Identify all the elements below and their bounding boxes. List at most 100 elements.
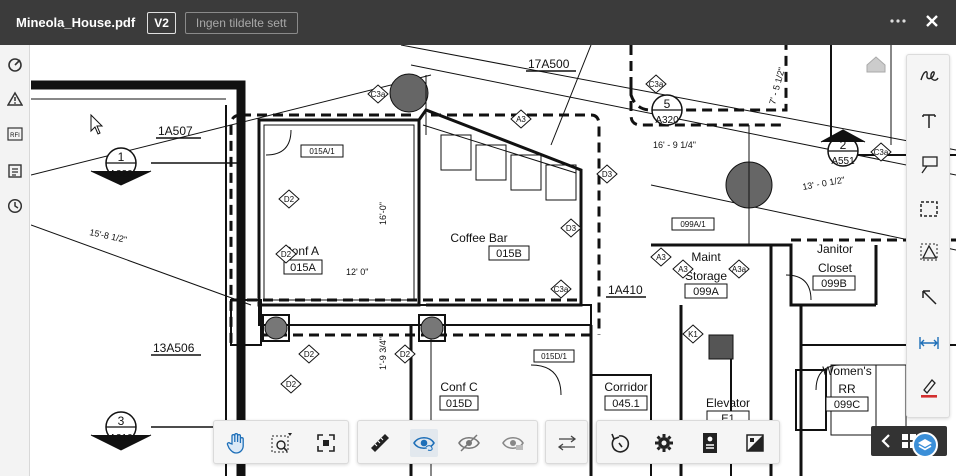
text-tool-button[interactable]: [915, 107, 943, 135]
door-tag-d2-b: D2: [281, 250, 292, 259]
door-tag-099a1: 099A/1: [680, 220, 706, 229]
markup-visibility-button[interactable]: [410, 429, 438, 457]
settings-button[interactable]: [650, 429, 678, 457]
door-tag-d2-e: D2: [400, 350, 411, 359]
hide-markup-icon: [458, 434, 480, 452]
room-number-015b: 015B: [496, 248, 522, 260]
room-name-corridor: Corridor: [604, 380, 647, 394]
freehand-tool-button[interactable]: [915, 62, 943, 90]
left-sidebar: RFI: [0, 45, 30, 476]
room-name-janitor-1: Janitor: [817, 242, 853, 256]
svg-text:RFI: RFI: [10, 133, 20, 139]
fullscreen-icon: [746, 434, 764, 452]
measure-button[interactable]: [4, 54, 26, 76]
door-tag-k1: K1: [688, 330, 698, 339]
history-button[interactable]: [4, 195, 26, 217]
room-number-015d: 015D: [446, 398, 472, 410]
cloud-rectangle-icon: [920, 201, 938, 217]
section-1-ref: A320: [109, 169, 133, 180]
navigation-tool-group: [213, 420, 349, 464]
polygon-area-icon: [920, 243, 938, 261]
floor-plan-drawing: Conf A Coffee Bar Conf C Corridor Maint …: [31, 45, 956, 476]
door-tag-015a1: 015A/1: [309, 147, 335, 156]
callout-icon: [921, 156, 938, 174]
dimension-tool-button[interactable]: [915, 329, 943, 357]
freehand-pen-icon: [920, 71, 939, 81]
dimension-16-9: 16' - 9 1/4": [653, 140, 696, 150]
sheet-info-button[interactable]: [696, 429, 724, 457]
chevron-left-icon: [881, 434, 890, 448]
room-name-elevator: Elevator: [706, 396, 750, 410]
dimension-16-0: 16'-0": [378, 202, 388, 225]
issues-button[interactable]: [4, 88, 26, 110]
sheets-list-button[interactable]: [4, 160, 26, 182]
door-tag-a3-c: A3: [516, 115, 526, 124]
cloud-tool-button[interactable]: [915, 195, 943, 223]
arrow-tool-button[interactable]: [915, 283, 943, 311]
compare-arrows-icon: [557, 435, 577, 451]
room-number-099b: 099B: [821, 278, 847, 290]
section-5-number: 5: [664, 97, 671, 111]
room-name-womens-1: Women's: [822, 364, 871, 378]
door-tag-d3-a: D3: [602, 170, 613, 179]
rfi-icon: RFI: [7, 127, 23, 141]
rfi-button[interactable]: RFI: [4, 123, 26, 145]
room-name-womens-2: RR: [838, 382, 856, 396]
drawing-canvas[interactable]: Conf A Coffee Bar Conf C Corridor Maint …: [31, 45, 956, 476]
more-options-button[interactable]: [888, 11, 908, 31]
dimension-icon: [919, 337, 939, 349]
markup-toolbar: [906, 54, 950, 418]
home-view-icon[interactable]: [866, 56, 886, 73]
ref-13a506: 13A506: [153, 341, 195, 355]
door-tag-c3a-d: C3a: [874, 148, 889, 157]
hide-cloud-button[interactable]: [499, 429, 527, 457]
layers-icon: [918, 439, 932, 451]
fit-to-screen-button[interactable]: [312, 429, 340, 457]
layers-button[interactable]: [912, 432, 938, 458]
sets-badge[interactable]: Ingen tildelte sett: [184, 11, 298, 34]
fullscreen-button[interactable]: [741, 429, 769, 457]
door-tag-d2-d: D2: [286, 380, 297, 389]
section-1-number: 1: [118, 150, 125, 164]
room-name-janitor-2: Closet: [818, 261, 853, 275]
settings-gear-icon: [655, 434, 673, 452]
ref-1a410: 1A410: [608, 283, 643, 297]
dimension-15-8: 15'-8 1/2": [89, 227, 128, 245]
door-tag-d2-a: D2: [284, 195, 295, 204]
highlighter-tool-button[interactable]: [915, 373, 943, 401]
sheet-info-icon: [703, 433, 717, 453]
door-tag-a3a: A3a: [732, 265, 747, 274]
room-name-coffee-bar: Coffee Bar: [450, 231, 507, 245]
mouse-cursor-icon: [90, 113, 104, 135]
pan-tool-button[interactable]: [222, 429, 250, 457]
collapse-panel-button[interactable]: [877, 432, 895, 450]
ref-1a507: 1A507: [158, 124, 193, 138]
callout-tool-button[interactable]: [915, 151, 943, 179]
section-2-ref: A551: [831, 156, 855, 167]
close-button[interactable]: [922, 11, 942, 31]
area-tool-button[interactable]: [915, 238, 943, 266]
close-icon: [926, 15, 938, 27]
zoom-area-icon: [271, 433, 292, 453]
zoom-area-button[interactable]: [268, 429, 296, 457]
compare-button[interactable]: [553, 429, 581, 457]
version-badge[interactable]: V2: [147, 11, 176, 34]
door-tag-d3-b: D3: [566, 224, 577, 233]
section-5-ref: A320: [655, 115, 679, 126]
measure-icon: [8, 58, 22, 72]
measure-markup-tool-group: [357, 420, 538, 464]
compare-tool-group: [545, 420, 588, 464]
door-tag-c3a-c: C3a: [649, 80, 664, 89]
sheets-list-icon: [8, 164, 22, 178]
hide-cloud-icon: [502, 436, 524, 450]
rotate-button[interactable]: [605, 429, 633, 457]
ruler-button[interactable]: [366, 429, 394, 457]
dimension-13-0: 13' - 0 1/2": [802, 175, 846, 192]
highlighter-icon: [921, 379, 937, 398]
clock-icon: [7, 198, 23, 214]
document-title: Mineola_House.pdf: [16, 15, 136, 30]
room-number-015a: 015A: [290, 262, 316, 274]
door-tag-015d1: 015D/1: [541, 352, 567, 361]
hide-markup-button[interactable]: [455, 429, 483, 457]
pan-hand-icon: [226, 433, 244, 454]
